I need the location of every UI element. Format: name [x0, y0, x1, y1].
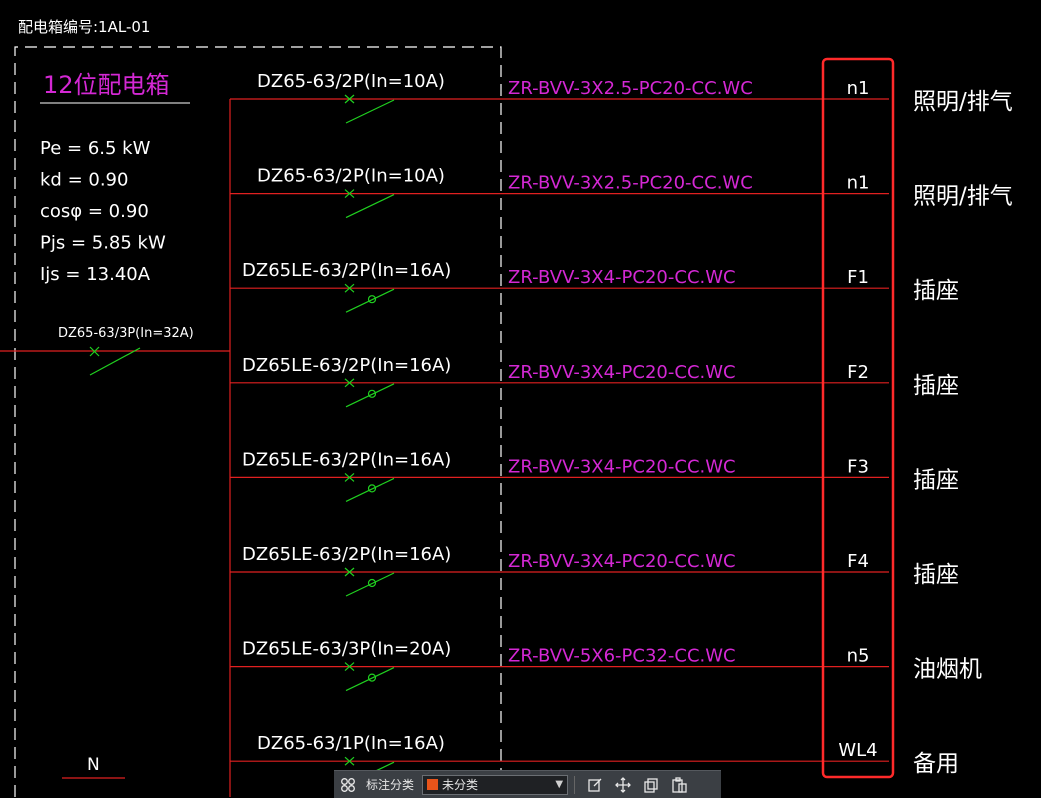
cable-spec: ZR-BVV-3X4-PC20-CC.WC	[508, 362, 736, 383]
panel-params: Pe = 6.5 kW kd = 0.90 cosφ = 0.90 Pjs = 5.8…	[40, 138, 166, 285]
breaker-label: DZ65-63/2P(In=10A)	[257, 166, 445, 187]
panel-param: cosφ = 0.90	[40, 201, 149, 222]
neutral-label: N	[87, 755, 100, 775]
enclosure-outline	[14, 46, 502, 797]
category-selected: 未分类	[442, 778, 479, 792]
circuit-row[interactable]: DZ65-63/2P(In=10A) ZR-BVV-3X2.5-PC20-CC.W…	[230, 71, 1013, 124]
category-select[interactable]: 未分类 ▼	[422, 774, 569, 795]
circuit-code: n5	[847, 646, 870, 667]
copy-icon[interactable]	[637, 773, 665, 797]
cable-spec: ZR-BVV-3X4-PC20-CC.WC	[508, 267, 736, 288]
breaker-label: DZ65-63/1P(In=16A)	[257, 733, 445, 754]
grid-icon[interactable]	[334, 773, 362, 797]
circuit-use: 照明/排气	[913, 184, 1013, 210]
toolbar-divider	[574, 775, 576, 794]
circuit-row[interactable]: DZ65LE-63/2P(In=16A) ZR-BVV-3X4-PC20-CC.W…	[230, 544, 959, 597]
circuit-list: DZ65-63/2P(In=10A) ZR-BVV-3X2.5-PC20-CC.W…	[230, 71, 1013, 786]
chevron-down-icon: ▼	[555, 779, 564, 790]
cable-spec: ZR-BVV-3X2.5-PC20-CC.WC	[508, 173, 753, 194]
panel-param: Pe = 6.5 kW	[40, 138, 151, 159]
panel-name: 12位配电箱	[43, 71, 170, 99]
circuit-row[interactable]: DZ65LE-63/2P(In=16A) ZR-BVV-3X4-PC20-CC.W…	[230, 355, 959, 408]
circuit-code: n1	[847, 78, 870, 99]
cable-spec: ZR-BVV-3X2.5-PC20-CC.WC	[508, 78, 753, 99]
circuit-code: F2	[847, 362, 869, 383]
schematic-canvas[interactable]: 配电箱编号:1AL-01 12位配电箱 Pe = 6.5 kW kd = 0.90…	[0, 0, 1041, 797]
circuit-row[interactable]: DZ65-63/2P(In=10A) ZR-BVV-3X2.5-PC20-CC.W…	[230, 166, 1013, 219]
paste-icon[interactable]	[665, 773, 693, 797]
breaker-label: DZ65LE-63/2P(In=16A)	[242, 260, 451, 281]
category-color-swatch	[427, 779, 439, 790]
panel-param: kd = 0.90	[40, 170, 128, 191]
circuit-code: F3	[847, 456, 869, 477]
circuit-use: 插座	[913, 373, 959, 399]
annotation-toolbar: 标注分类 未分类 ▼	[334, 770, 721, 798]
circuit-use: 插座	[913, 278, 959, 304]
cable-spec: ZR-BVV-3X4-PC20-CC.WC	[508, 551, 736, 572]
breaker-label: DZ65LE-63/2P(In=16A)	[242, 544, 451, 565]
circuit-row[interactable]: DZ65LE-63/3P(In=20A) ZR-BVV-5X6-PC32-CC.W…	[230, 639, 982, 692]
circuit-row[interactable]: DZ65LE-63/2P(In=16A) ZR-BVV-3X4-PC20-CC.W…	[230, 449, 959, 502]
breaker-label: DZ65LE-63/2P(In=16A)	[242, 355, 451, 376]
circuit-use: 油烟机	[913, 657, 982, 683]
main-breaker-label: DZ65-63/3P(In=32A)	[58, 326, 194, 341]
panel-param: Pjs = 5.85 kW	[40, 233, 166, 254]
circuit-code: WL4	[838, 740, 877, 761]
circuit-use: 备用	[913, 751, 959, 777]
circuit-use: 插座	[913, 562, 959, 588]
breaker-label: DZ65-63/2P(In=10A)	[257, 71, 445, 92]
cable-spec: ZR-BVV-3X4-PC20-CC.WC	[508, 456, 736, 477]
edit-icon[interactable]	[581, 773, 609, 797]
circuit-code: n1	[847, 173, 870, 194]
circuit-use: 照明/排气	[913, 89, 1013, 115]
circuit-row[interactable]: DZ65LE-63/2P(In=16A) ZR-BVV-3X4-PC20-CC.W…	[230, 260, 959, 313]
circuit-use: 插座	[913, 467, 959, 493]
circuit-code: F4	[847, 551, 869, 572]
panel-param: Ijs = 13.40A	[40, 264, 151, 285]
box-title: 配电箱编号:1AL-01	[18, 18, 150, 36]
move-icon[interactable]	[609, 773, 637, 797]
breaker-label: DZ65LE-63/3P(In=20A)	[242, 639, 451, 660]
circuit-code: F1	[847, 267, 869, 288]
breaker-label: DZ65LE-63/2P(In=16A)	[242, 449, 451, 470]
highlight-box	[821, 57, 895, 779]
category-label: 标注分类	[366, 778, 415, 792]
cable-spec: ZR-BVV-5X6-PC32-CC.WC	[508, 646, 736, 667]
